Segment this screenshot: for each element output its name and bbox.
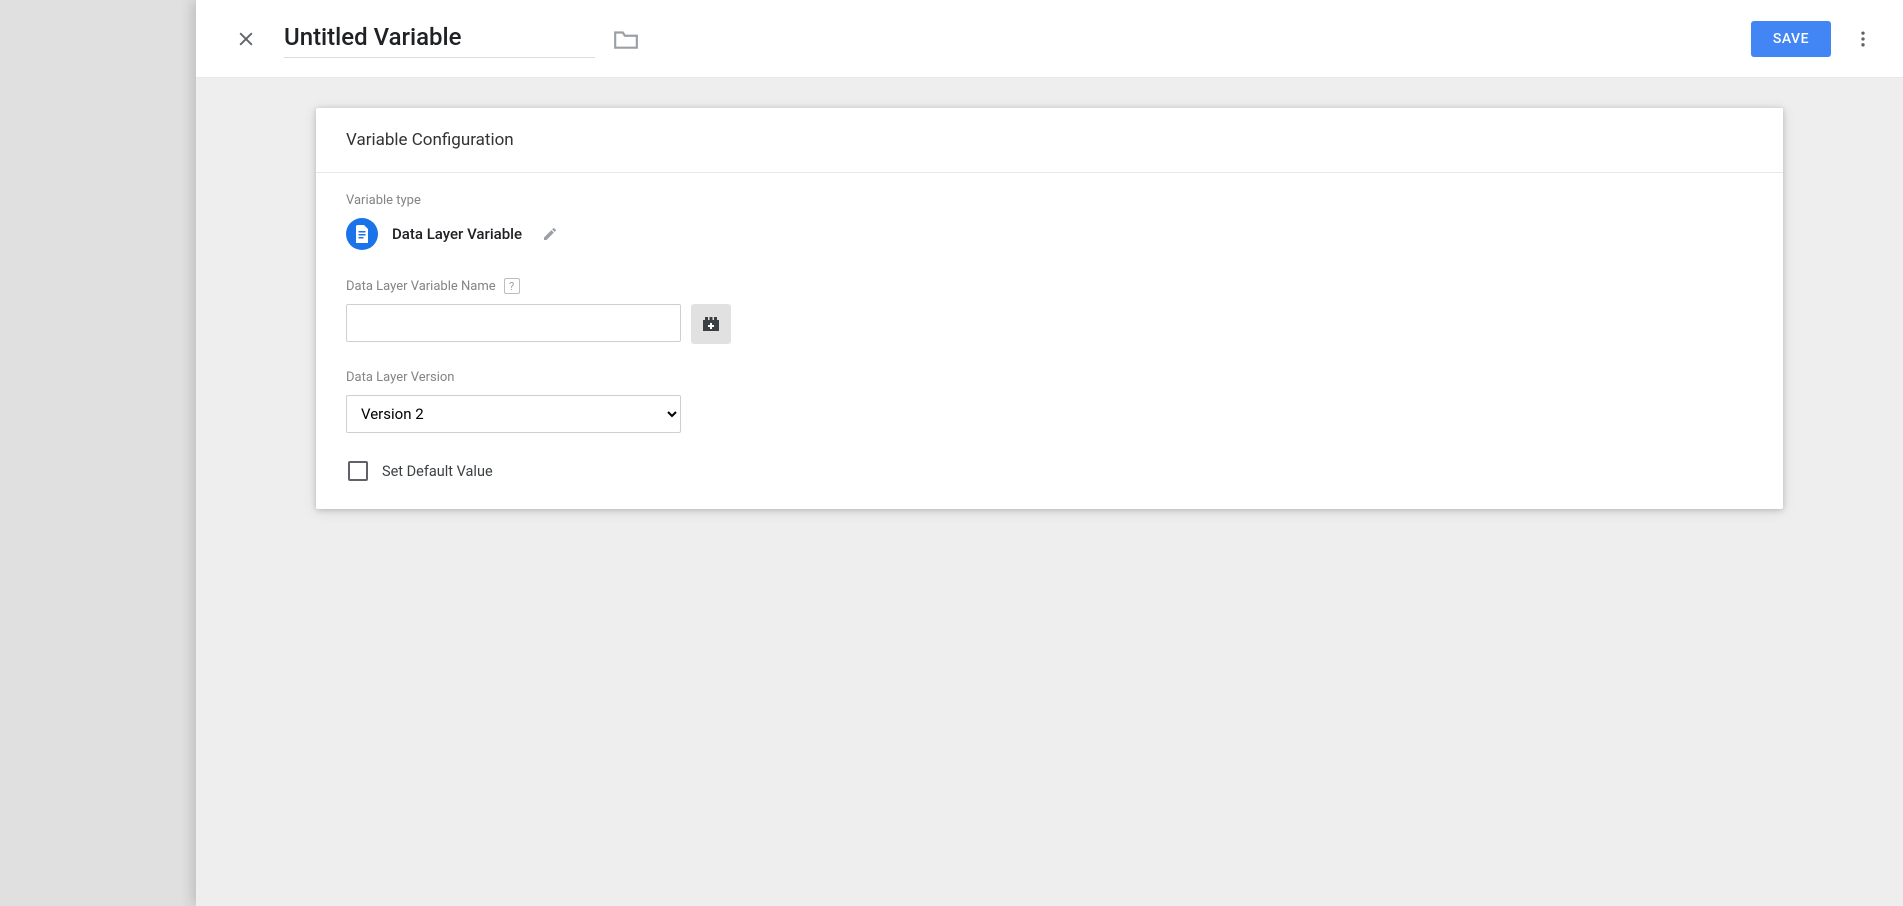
brick-plus-icon [701, 315, 721, 333]
version-label: Data Layer Version [346, 370, 1753, 385]
editor-header: SAVE [196, 0, 1903, 78]
variable-type-label: Variable type [346, 193, 1753, 208]
folder-icon[interactable] [613, 28, 639, 50]
close-icon [236, 29, 256, 49]
pencil-icon[interactable] [542, 226, 558, 242]
variable-name-label: Data Layer Variable Name [346, 279, 496, 294]
data-layer-icon [346, 218, 378, 250]
default-value-label: Set Default Value [382, 463, 493, 480]
title-wrap [284, 19, 639, 58]
card-title: Variable Configuration [316, 108, 1783, 173]
variable-config-card: Variable Configuration Variable type Dat… [316, 108, 1783, 509]
name-input-row [346, 304, 1753, 344]
variable-type-name: Data Layer Variable [392, 225, 522, 243]
name-label-row: Data Layer Variable Name ? [346, 278, 1753, 294]
default-value-checkbox[interactable] [348, 461, 368, 481]
insert-variable-button[interactable] [691, 304, 731, 344]
card-body: Variable type Data Layer Variable [316, 173, 1783, 509]
save-button[interactable]: SAVE [1751, 21, 1831, 57]
more-menu-button[interactable] [1843, 19, 1883, 59]
variable-type-row[interactable]: Data Layer Variable [346, 218, 1753, 250]
close-button[interactable] [226, 19, 266, 59]
more-vert-icon [1853, 29, 1873, 49]
variable-title-input[interactable] [284, 19, 595, 58]
help-icon[interactable]: ? [504, 278, 520, 294]
variable-name-input[interactable] [346, 304, 681, 342]
version-select[interactable]: Version 2 [346, 395, 681, 433]
content-area: Variable Configuration Variable type Dat… [196, 78, 1903, 539]
variable-editor-overlay: SAVE Variable Configuration Variable typ… [196, 0, 1903, 906]
default-value-row: Set Default Value [346, 461, 1753, 481]
